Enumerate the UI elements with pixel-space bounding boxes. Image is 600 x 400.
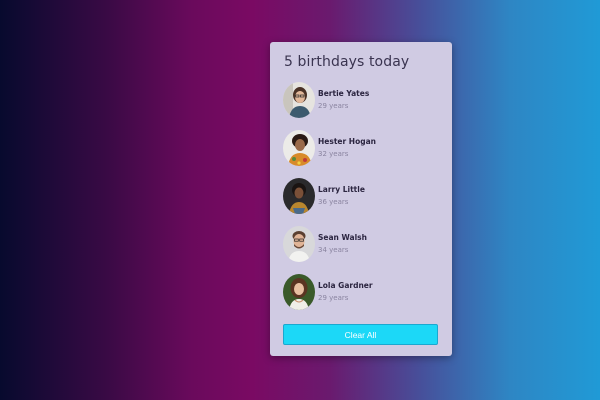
person-name: Sean Walsh xyxy=(318,233,367,242)
list-item: Sean Walsh 34 years xyxy=(283,226,443,264)
person-age: 32 years xyxy=(318,150,349,158)
list-item: Lola Gardner 29 years xyxy=(283,274,443,312)
person-age: 36 years xyxy=(318,198,349,206)
person-name: Lola Gardner xyxy=(318,281,373,290)
avatar xyxy=(283,178,315,214)
list-item: Hester Hogan 32 years xyxy=(283,130,443,168)
person-age: 29 years xyxy=(318,102,349,110)
person-age: 34 years xyxy=(318,246,349,254)
avatar xyxy=(283,226,315,262)
person-name: Hester Hogan xyxy=(318,137,377,146)
avatar xyxy=(283,130,315,166)
avatar xyxy=(283,274,315,310)
person-name: Bertie Yates xyxy=(318,89,370,98)
person-age: 29 years xyxy=(318,294,349,302)
list-item: Larry Little 36 years xyxy=(283,178,443,216)
clear-all-button[interactable]: Clear All xyxy=(283,324,438,345)
list-item: Bertie Yates 29 years xyxy=(283,82,443,120)
avatar xyxy=(283,82,315,118)
birthday-card: 5 birthdays today Bertie Yates 29 years xyxy=(270,42,452,356)
card-title: 5 birthdays today xyxy=(284,54,410,70)
person-name: Larry Little xyxy=(318,185,365,194)
